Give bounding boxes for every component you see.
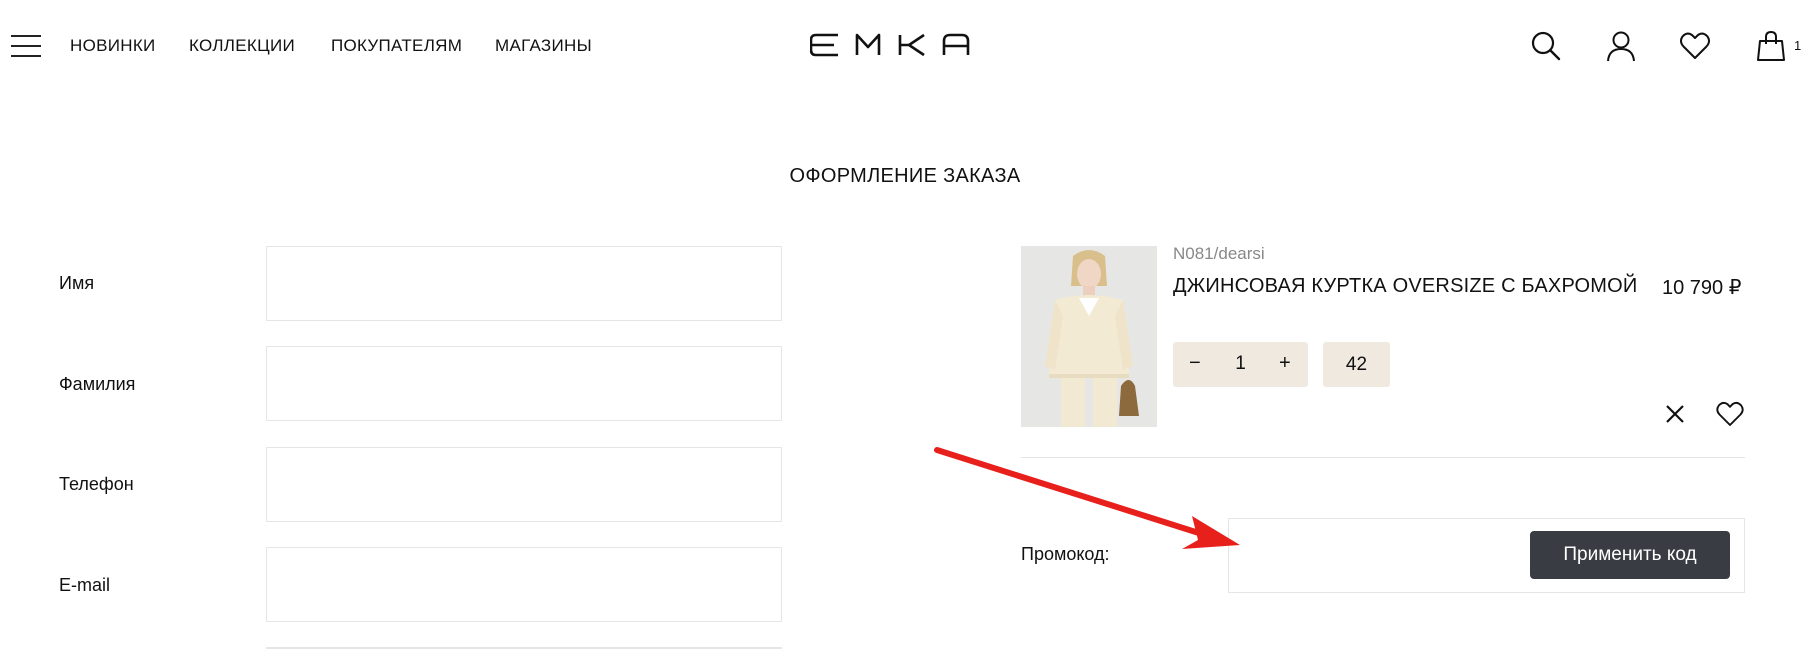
nav-collections[interactable]: КОЛЛЕКЦИИ bbox=[189, 36, 295, 56]
nav-stores[interactable]: МАГАЗИНЫ bbox=[495, 36, 592, 56]
heart-icon[interactable] bbox=[1679, 30, 1711, 62]
quantity-stepper: − 1 + bbox=[1173, 342, 1308, 387]
first-name-label: Имя bbox=[59, 273, 95, 293]
promo-code-input[interactable] bbox=[1230, 520, 1520, 591]
email-input[interactable] bbox=[266, 547, 782, 622]
quantity-increase-button[interactable]: + bbox=[1279, 352, 1291, 375]
phone-label: Телефон bbox=[59, 474, 134, 494]
last-name-input[interactable] bbox=[266, 346, 782, 421]
product-price: 10 790 ₽ bbox=[1662, 277, 1742, 299]
nav-customers[interactable]: ПОКУПАТЕЛЯМ bbox=[331, 36, 462, 56]
last-name-label: Фамилия bbox=[59, 374, 136, 394]
logo[interactable] bbox=[810, 33, 990, 57]
email-label: E-mail bbox=[59, 575, 111, 595]
product-image[interactable] bbox=[1021, 246, 1157, 427]
size-selector[interactable]: 42 bbox=[1323, 342, 1390, 387]
search-icon[interactable] bbox=[1530, 30, 1562, 62]
menu-icon[interactable] bbox=[11, 35, 41, 57]
wishlist-heart-icon[interactable] bbox=[1716, 401, 1744, 427]
site-header: НОВИНКИ КОЛЛЕКЦИИ ПОКУПАТЕЛЯМ МАГАЗИНЫ 1 bbox=[0, 0, 1810, 92]
annotation-arrow-icon bbox=[934, 447, 1240, 549]
product-name[interactable]: ДЖИНСОВАЯ КУРТКА OVERSIZE С БАХРОМОЙ bbox=[1173, 275, 1638, 298]
first-name-input[interactable] bbox=[266, 246, 782, 321]
page-title: ОФОРМЛЕНИЕ ЗАКАЗА bbox=[789, 165, 1021, 187]
bag-icon[interactable] bbox=[1755, 30, 1787, 62]
phone-input[interactable] bbox=[266, 447, 782, 522]
nav-new[interactable]: НОВИНКИ bbox=[70, 36, 156, 56]
product-sku: N081/dearsi bbox=[1173, 244, 1265, 263]
close-icon[interactable] bbox=[1663, 402, 1687, 426]
user-icon[interactable] bbox=[1605, 30, 1637, 62]
apply-code-button[interactable]: Применить код bbox=[1530, 531, 1730, 579]
cart-count-badge: 1 bbox=[1794, 38, 1802, 53]
